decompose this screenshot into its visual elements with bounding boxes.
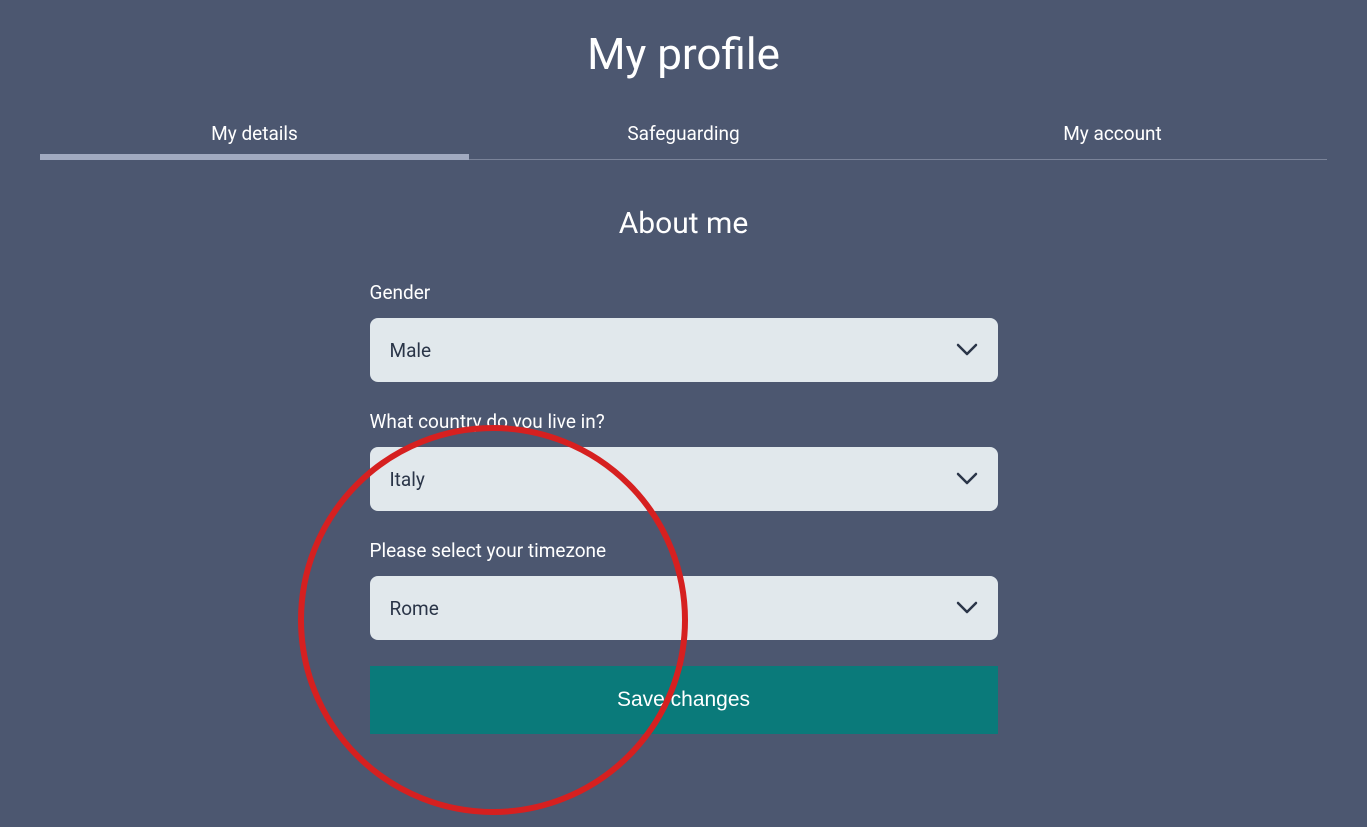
gender-group: Gender Male: [370, 281, 998, 382]
timezone-group: Please select your timezone Rome: [370, 539, 998, 640]
section-title: About me: [0, 206, 1367, 241]
save-changes-button[interactable]: Save changes: [370, 666, 998, 734]
gender-select[interactable]: Male: [370, 318, 998, 382]
timezone-label: Please select your timezone: [370, 539, 998, 562]
country-label: What country do you live in?: [370, 410, 998, 433]
gender-label: Gender: [370, 281, 998, 304]
profile-form: Gender Male What country do you live in?…: [370, 281, 998, 734]
chevron-down-icon: [956, 343, 978, 357]
gender-value: Male: [390, 339, 956, 362]
chevron-down-icon: [956, 601, 978, 615]
country-select[interactable]: Italy: [370, 447, 998, 511]
timezone-value: Rome: [390, 597, 956, 620]
tab-my-account[interactable]: My account: [898, 108, 1327, 159]
tab-safeguarding[interactable]: Safeguarding: [469, 108, 898, 159]
country-value: Italy: [390, 468, 956, 491]
chevron-down-icon: [956, 472, 978, 486]
country-group: What country do you live in? Italy: [370, 410, 998, 511]
tabs-container: My details Safeguarding My account: [40, 108, 1327, 160]
tab-my-details[interactable]: My details: [40, 108, 469, 159]
timezone-select[interactable]: Rome: [370, 576, 998, 640]
page-title: My profile: [0, 0, 1367, 108]
